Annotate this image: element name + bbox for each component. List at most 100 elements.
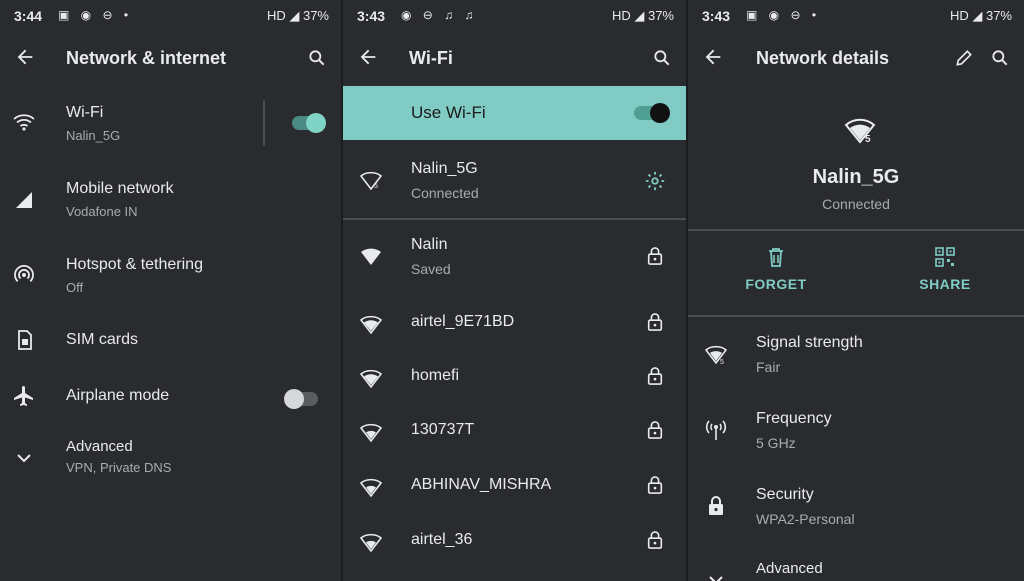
notification-icons: ◉ ⊖ ♫ ♫ (401, 8, 478, 22)
back-arrow-icon[interactable] (357, 46, 379, 68)
app-bar: Network details (688, 34, 1024, 84)
sim-cards-title: SIM cards (66, 331, 139, 348)
status-time: 3:43 (357, 8, 386, 24)
connected-network-row[interactable]: 5 Nalin_5G Connected (343, 152, 686, 212)
status-bar: 3:43 ▣ ◉ ⊖ • HD ◢ 37% (688, 0, 1024, 32)
wifi-icon (13, 114, 35, 131)
network-row[interactable]: airtel_9E71BD (343, 304, 686, 344)
wifi-locked-icon (359, 369, 383, 389)
status-right: HD ◢ 37% (611, 8, 674, 23)
forget-button[interactable]: FORGET (726, 246, 826, 292)
use-wifi-label: Use Wi-Fi (411, 103, 486, 122)
signal-strength-title: Signal strength (756, 334, 863, 351)
airplane-icon (14, 386, 33, 406)
status-right: HD ◢ 37% (949, 8, 1012, 23)
security-title: Security (756, 486, 814, 503)
page-title: Wi-Fi (409, 48, 453, 68)
lock-icon (647, 247, 663, 265)
header-divider (688, 229, 1024, 231)
network-name: airtel_9E71BD (411, 313, 515, 330)
gear-icon[interactable] (644, 170, 666, 192)
advanced-title: Advanced (756, 560, 823, 577)
share-label: SHARE (919, 276, 971, 292)
network-details-screen: 3:43 ▣ ◉ ⊖ • HD ◢ 37% Network details 5 … (688, 0, 1024, 581)
lock-icon (647, 421, 663, 439)
network-status: Saved (411, 261, 451, 277)
notification-icons: ▣ ◉ ⊖ • (58, 8, 133, 22)
use-wifi-bar[interactable]: Use Wi-Fi (343, 86, 686, 140)
signal-strength-row: 5 Signal strength Fair (688, 326, 1024, 382)
wifi-locked-icon (359, 423, 383, 443)
wifi-locked-icon (359, 315, 383, 335)
status-bar: 3:43 ◉ ⊖ ♫ ♫ HD ◢ 37% (343, 0, 686, 32)
hotspot-title: Hotspot & tethering (66, 256, 203, 273)
status-right: HD ◢ 37% (266, 8, 329, 23)
mobile-network-title: Mobile network (66, 180, 174, 197)
forget-label: FORGET (745, 276, 807, 292)
search-icon[interactable] (307, 48, 327, 68)
advanced-title: Advanced (66, 438, 133, 455)
lock-icon (647, 367, 663, 385)
advanced-row[interactable]: Advanced (688, 556, 1024, 581)
search-icon[interactable] (990, 48, 1010, 68)
wifi-5-icon: 5 (704, 345, 728, 366)
wifi-screen: 3:43 ◉ ⊖ ♫ ♫ HD ◢ 37% Wi-Fi Use Wi-Fi 5 … (343, 0, 686, 581)
lock-icon (709, 496, 723, 515)
connected-network-status: Connected (411, 185, 479, 201)
network-name: ABHINAV_MISHRA (411, 476, 552, 493)
network-row[interactable]: homefi (343, 358, 686, 398)
page-title: Network details (756, 48, 890, 68)
back-arrow-icon[interactable] (14, 46, 36, 68)
sim-card-icon (18, 330, 32, 350)
connected-network-name: Nalin_5G (411, 160, 478, 177)
page-title: Network & internet (66, 48, 227, 68)
use-wifi-toggle[interactable] (634, 103, 670, 123)
search-icon[interactable] (652, 48, 672, 68)
airplane-mode-row[interactable]: Airplane mode (0, 380, 341, 420)
lock-icon (647, 313, 663, 331)
wifi-title: Wi-Fi (66, 104, 104, 121)
hotspot-icon (14, 264, 34, 282)
share-button[interactable]: SHARE (895, 246, 995, 292)
network-name: airtel_36 (411, 531, 473, 548)
signal-icon (16, 192, 32, 208)
network-name: Nalin_5G (812, 166, 900, 188)
list-divider (343, 218, 686, 220)
actions-divider (688, 315, 1024, 317)
status-bar: 3:44 ▣ ◉ ⊖ • HD ◢ 37% (0, 0, 341, 32)
sim-cards-row[interactable]: SIM cards (0, 324, 341, 364)
status-time: 3:43 (702, 8, 731, 24)
wifi-locked-icon (361, 248, 381, 265)
security-value: WPA2-Personal (756, 511, 855, 527)
app-bar: Wi-Fi (343, 34, 686, 84)
qr-code-icon (935, 247, 955, 267)
network-name: Nalin (411, 236, 448, 253)
network-row[interactable]: airtel_36 (343, 522, 686, 562)
wifi-locked-icon (359, 533, 383, 553)
network-row[interactable]: 130737T (343, 412, 686, 452)
row-divider (263, 100, 265, 146)
airplane-mode-title: Airplane mode (66, 387, 170, 404)
wifi-row[interactable]: Wi-Fi Nalin_5G (0, 96, 341, 156)
advanced-row[interactable]: Advanced VPN, Private DNS (0, 432, 341, 488)
mobile-network-subtitle: Vodafone IN (66, 204, 138, 219)
mobile-network-row[interactable]: Mobile network Vodafone IN (0, 172, 341, 232)
wifi-5-icon: 5 (359, 171, 383, 191)
wifi-toggle[interactable] (292, 113, 326, 133)
frequency-row: Frequency 5 GHz (688, 402, 1024, 458)
network-row[interactable]: ABHINAV_MISHRA (343, 467, 686, 507)
wifi-locked-icon (359, 478, 383, 498)
network-internet-screen: 3:44 ▣ ◉ ⊖ • HD ◢ 37% Network & internet… (0, 0, 341, 581)
svg-text:5: 5 (720, 359, 724, 366)
hotspot-row[interactable]: Hotspot & tethering Off (0, 248, 341, 308)
wifi-5-large-icon: 5 (844, 118, 876, 144)
pencil-icon[interactable] (954, 48, 974, 68)
svg-text:5: 5 (865, 134, 871, 144)
back-arrow-icon[interactable] (702, 46, 724, 68)
airplane-mode-toggle[interactable] (284, 389, 318, 409)
network-row[interactable]: Nalin Saved (343, 228, 686, 284)
hotspot-subtitle: Off (66, 280, 84, 295)
signal-strength-value: Fair (756, 359, 781, 375)
wifi-subtitle: Nalin_5G (66, 128, 121, 143)
network-name: 130737T (411, 421, 475, 438)
